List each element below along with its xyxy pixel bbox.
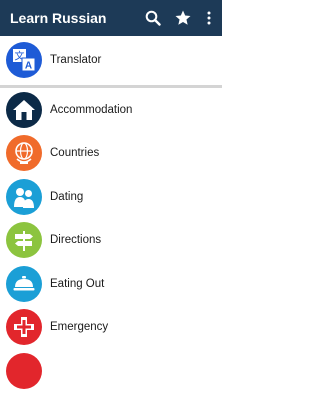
- list-item-partial[interactable]: [0, 349, 222, 393]
- globe-icon: [6, 135, 42, 172]
- svg-text:A: A: [25, 61, 32, 72]
- first-aid-icon: [6, 309, 42, 346]
- star-icon: [175, 10, 191, 25]
- more-vert-icon: [207, 11, 211, 25]
- search-icon: [145, 10, 161, 26]
- category-icon: [6, 352, 42, 389]
- list-item-label: Emergency: [50, 321, 109, 334]
- dish-icon: [6, 265, 42, 302]
- list-item-directions[interactable]: Directions: [0, 219, 222, 263]
- app-title: Learn Russian: [10, 10, 107, 26]
- translate-icon: 文 A: [6, 42, 42, 78]
- list-item-eating-out[interactable]: Eating Out: [0, 262, 222, 306]
- list-item-accommodation[interactable]: Accommodation: [0, 88, 222, 132]
- list-item-label: Dating: [50, 190, 84, 203]
- translator-label: Translator: [50, 54, 102, 66]
- couple-icon: [6, 178, 42, 215]
- house-icon: [6, 91, 42, 128]
- signpost-icon: [6, 222, 42, 259]
- list-item-emergency[interactable]: Emergency: [0, 306, 222, 350]
- list-item-countries[interactable]: Countries: [0, 132, 222, 176]
- list-item-label: Accommodation: [50, 103, 133, 116]
- list-item-label: Countries: [50, 147, 100, 160]
- category-list: Accommodation Countries Dating Direction…: [0, 88, 222, 393]
- search-button[interactable]: [142, 7, 164, 29]
- app-bar: Learn Russian: [0, 0, 222, 36]
- list-item-label: Directions: [50, 234, 102, 247]
- list-item-label: Eating Out: [50, 277, 105, 290]
- translator-item[interactable]: 文 A Translator: [0, 36, 222, 84]
- overflow-menu-button[interactable]: [202, 7, 216, 29]
- favorites-button[interactable]: [172, 7, 194, 29]
- list-item-dating[interactable]: Dating: [0, 175, 222, 219]
